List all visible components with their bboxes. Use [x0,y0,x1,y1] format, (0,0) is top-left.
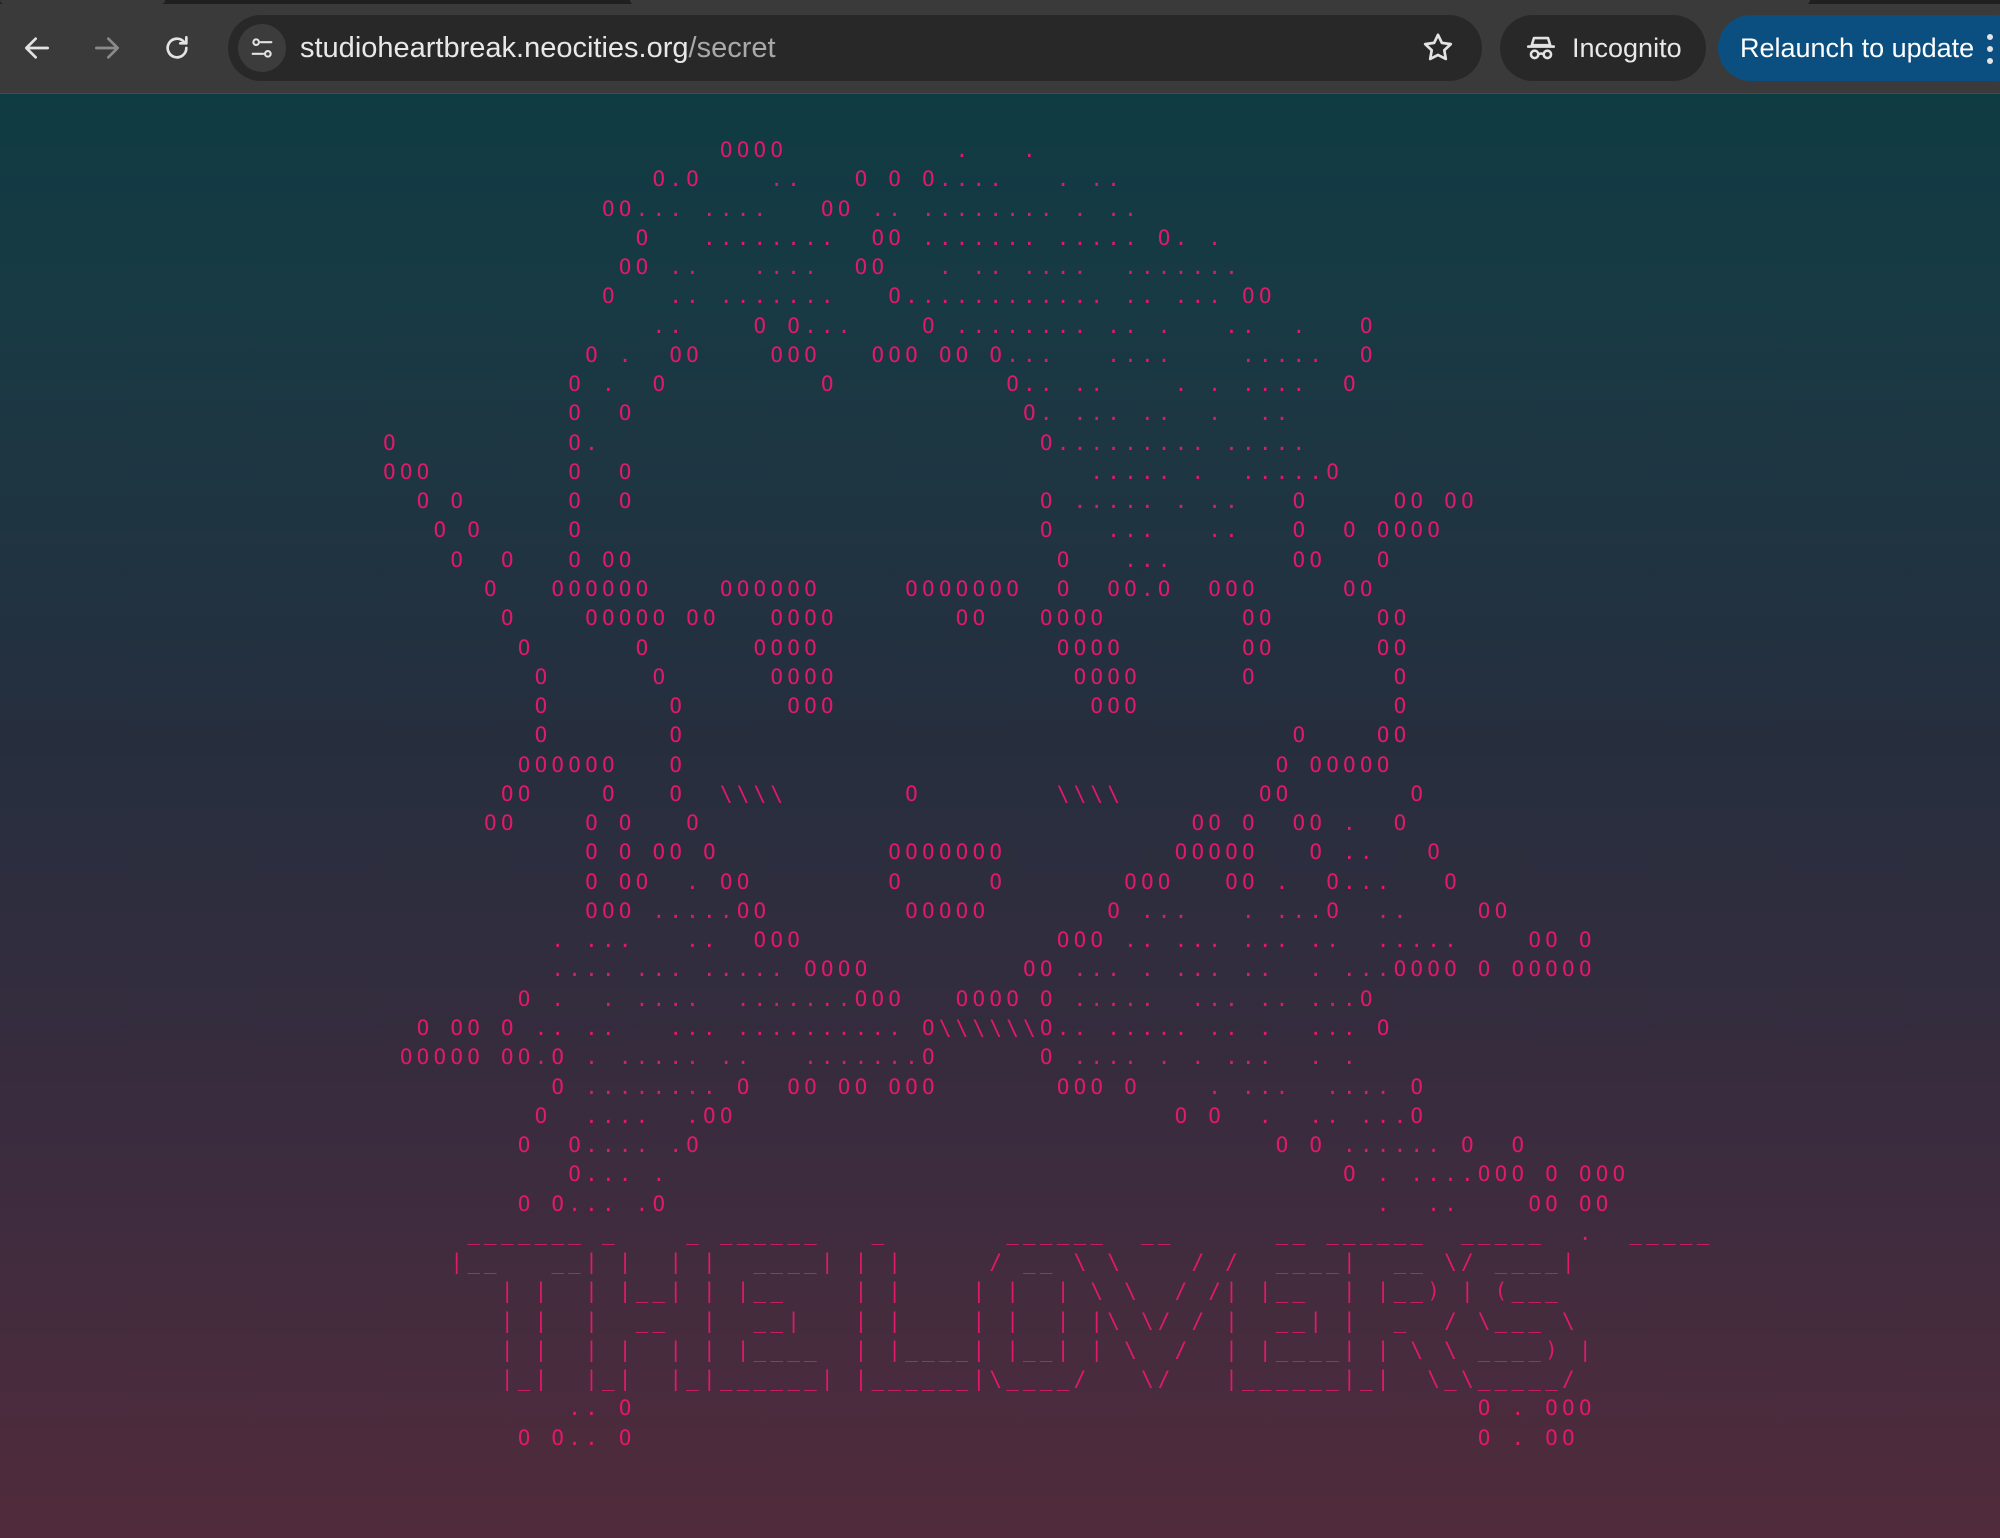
url-text[interactable]: studioheartbreak.neocities.org/secret [300,15,776,81]
three-dot-menu-icon[interactable] [1986,33,1994,65]
forward-arrow-icon [95,37,119,59]
incognito-icon [1526,36,1556,60]
ascii-art-the-lovers: OOOO . . O.O .. O O O.... . .. OO... ...… [383,138,1714,1450]
url-host: studioheartbreak.neocities.org [300,32,689,64]
relaunch-label: Relaunch to update [1740,32,1975,63]
address-bar[interactable]: studioheartbreak.neocities.org/secret [228,15,1482,81]
relaunch-button[interactable]: Relaunch to update [1718,15,2000,81]
reload-icon [166,36,188,59]
tab-active[interactable] [630,0,1810,4]
back-button[interactable] [11,22,63,74]
url-path: /secret [688,32,776,64]
tune-icon [251,38,273,58]
site-info-button[interactable] [238,24,286,72]
star-icon[interactable] [1420,30,1456,66]
page-viewport: OOOO . . O.O .. O O O.... . .. OO... ...… [0,94,2000,1538]
browser-toolbar: studioheartbreak.neocities.org/secret In… [0,0,2000,94]
back-arrow-icon [25,37,49,59]
forward-button[interactable] [81,22,133,74]
incognito-indicator[interactable]: Incognito [1500,15,1706,81]
incognito-label: Incognito [1572,32,1682,63]
tab-previous[interactable] [0,0,165,4]
reload-button[interactable] [151,22,203,74]
